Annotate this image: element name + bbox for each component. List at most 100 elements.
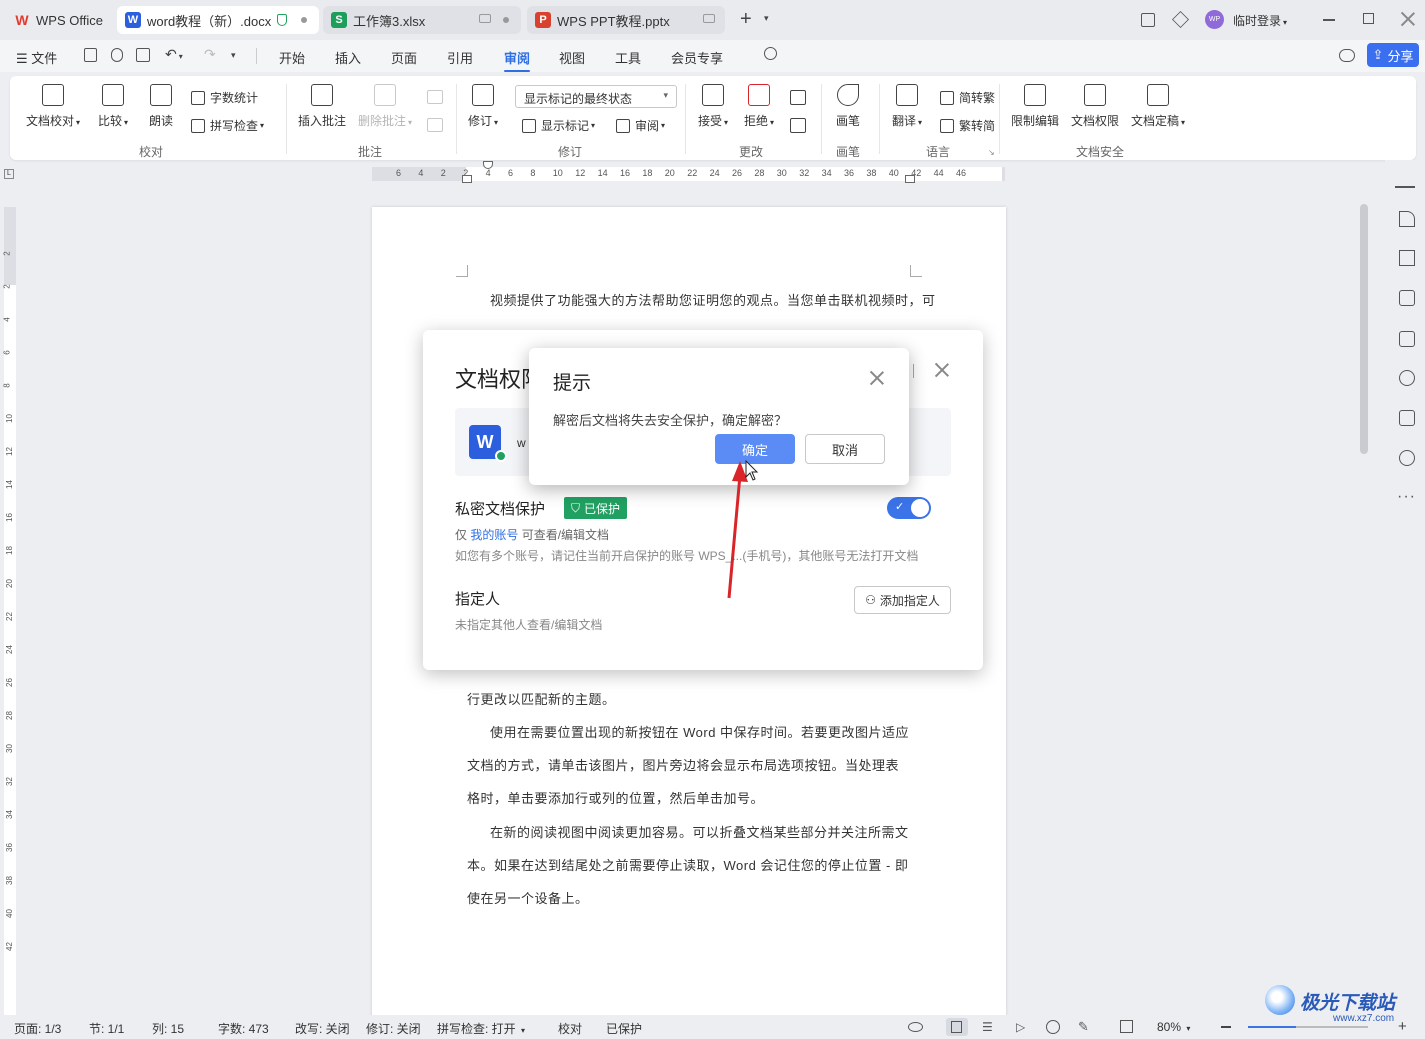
menu-view[interactable]: 视图 (559, 48, 585, 67)
new-tab-plus-icon[interactable]: + (740, 9, 752, 29)
tab-wps-office[interactable]: W WPS Office (6, 6, 110, 34)
cube-icon[interactable] (1172, 11, 1189, 28)
web-view-icon[interactable] (1046, 1020, 1060, 1034)
tab-ppt[interactable]: P WPS PPT教程.pptx (527, 6, 725, 34)
read-aloud-button[interactable]: 朗读 (149, 84, 173, 129)
menu-insert[interactable]: 插入 (335, 48, 361, 67)
search-icon[interactable] (764, 47, 777, 60)
share-button[interactable]: ⇪ 分享 (1367, 43, 1419, 67)
vertical-ruler[interactable]: 2 2 4 6 8 10 12 14 16 18 20 22 24 26 28 30 32 34 36 38 40 42 (3, 207, 16, 1015)
to-traditional-button[interactable]: 简转繁 (940, 89, 995, 106)
track-changes-button[interactable]: 修订 ▾ (468, 84, 498, 129)
close-prompt-icon[interactable] (870, 371, 884, 385)
close-window-icon[interactable] (1401, 12, 1415, 26)
vertical-scrollbar[interactable] (1358, 170, 1370, 1020)
menu-review[interactable]: 审阅 (504, 48, 531, 72)
compare-button[interactable]: 比较 ▾ (98, 84, 128, 129)
menu-home[interactable]: 开始 (279, 48, 305, 67)
doc-permission-button[interactable]: 文档权限 (1071, 84, 1119, 129)
menu-references[interactable]: 引用 (447, 48, 473, 67)
redo-icon[interactable]: ↷ (204, 46, 216, 63)
page-view-button[interactable] (946, 1018, 968, 1036)
eye-protect-icon[interactable] (908, 1022, 923, 1032)
play-icon[interactable]: ▷ (1016, 1020, 1025, 1034)
next-change-icon[interactable] (790, 118, 806, 133)
doc-paragraph[interactable]: 视频提供了功能强大的方法帮助您证明您的观点。当您单击联机视频时，可 (467, 284, 935, 317)
private-protect-toggle[interactable]: ✓ (887, 497, 931, 519)
zoom-level[interactable]: 80% ▾ (1157, 1020, 1190, 1034)
scrollbar-thumb[interactable] (1360, 204, 1368, 454)
finalize-button[interactable]: 文档定稿 ▾ (1131, 84, 1185, 129)
tab-stop-icon[interactable]: L (4, 169, 14, 179)
accept-button[interactable]: 接受 ▾ (698, 84, 728, 129)
delete-comment-button[interactable]: 删除批注 ▾ (358, 84, 412, 129)
spell-check-button[interactable]: 拼写检查 ▾ (191, 117, 264, 134)
tab-sheet[interactable]: S 工作簿3.xlsx (323, 6, 521, 34)
undo-icon[interactable]: ↶ ▾ (165, 46, 183, 63)
layout-icon[interactable] (1141, 13, 1155, 27)
menu-page[interactable]: 页面 (391, 48, 417, 67)
maximize-icon[interactable] (1363, 13, 1374, 24)
minimize-icon[interactable] (1323, 19, 1335, 21)
menu-tools[interactable]: 工具 (615, 48, 641, 67)
menu-member[interactable]: 会员专享 (671, 48, 723, 67)
word-count-button[interactable]: 字数统计 (191, 89, 258, 106)
collapse-sidebar-icon[interactable] (1395, 186, 1415, 188)
cloud-chat-icon[interactable] (1339, 49, 1355, 62)
prev-change-icon[interactable] (790, 90, 806, 105)
markup-display-select[interactable]: 显示标记的最终状态 ▾ (515, 85, 677, 108)
translate-button[interactable]: 翻译 ▾ (892, 84, 922, 129)
zoom-slider[interactable] (1248, 1026, 1368, 1028)
pen-button[interactable]: 画笔 (836, 84, 860, 129)
login-button[interactable]: 临时登录 ▾ (1233, 12, 1287, 29)
adjust-sliders-icon[interactable] (1399, 290, 1415, 306)
quick-access-more-icon[interactable]: ▾ (231, 50, 236, 61)
link-icon[interactable] (111, 48, 123, 62)
book-search-icon[interactable] (1399, 410, 1415, 426)
doc-paragraph[interactable]: 在新的阅读视图中阅读更加容易。可以折叠文档某些部分并关注所需文本。如果在达到结尾… (467, 816, 912, 915)
fit-window-icon[interactable] (1120, 1020, 1133, 1033)
tools-icon[interactable] (1399, 370, 1415, 386)
add-assignee-button[interactable]: ⚇ 添加指定人 (854, 586, 951, 614)
restrict-editing-button[interactable]: 限制编辑 (1011, 84, 1059, 129)
status-word-count[interactable]: 字数: 473 (218, 1020, 269, 1037)
status-spell-check[interactable]: 拼写检查: 打开 ▾ (437, 1020, 525, 1037)
avatar[interactable]: WP (1205, 10, 1224, 29)
help-icon[interactable] (1399, 450, 1415, 466)
doc-paragraph[interactable]: 使用在需要位置出现的新按钮在 Word 中保存时间。若要更改图片适应文档的方式，… (467, 716, 912, 815)
save-icon[interactable] (84, 48, 97, 62)
show-markup-button[interactable]: 显示标记 ▾ (522, 117, 595, 134)
zoom-in-icon[interactable]: + (1398, 1018, 1407, 1035)
file-menu[interactable]: ☰ 文件 (16, 48, 57, 67)
status-page[interactable]: 页面: 1/3 (14, 1020, 61, 1037)
reject-button[interactable]: 拒绝 ▾ (744, 84, 774, 129)
prev-comment-icon[interactable] (427, 90, 443, 104)
doc-paragraph[interactable]: 行更改以匹配新的主题。 (467, 683, 912, 716)
zoom-out-icon[interactable] (1221, 1026, 1231, 1028)
print-preview-icon[interactable] (136, 48, 150, 62)
my-account-link[interactable]: 我的账号 (470, 528, 518, 542)
insert-comment-button[interactable]: 插入批注 (298, 84, 346, 129)
select-cursor-icon[interactable] (1399, 250, 1415, 266)
to-simplified-button[interactable]: 繁转简 (940, 117, 995, 134)
right-indent-marker[interactable] (905, 175, 915, 183)
status-overtype[interactable]: 改写: 关闭 (295, 1020, 350, 1037)
edit-pen-icon[interactable] (1399, 211, 1415, 227)
status-proof[interactable]: 校对 (558, 1020, 582, 1037)
horizontal-ruler[interactable]: 6 4 2 2 4 6 8 10 12 14 16 18 20 22 24 26 28 30 32 34 36 38 40 4… (372, 161, 1005, 183)
next-comment-icon[interactable] (427, 118, 443, 132)
status-protected[interactable]: 已保护 (606, 1020, 642, 1037)
ai-write-icon[interactable] (1399, 331, 1415, 347)
dialog-launcher-icon[interactable]: ↘ (988, 148, 995, 157)
close-dialog-icon[interactable] (935, 363, 949, 377)
more-icon[interactable]: ··· (1397, 488, 1416, 506)
review-pane-button[interactable]: 审阅 ▾ (616, 117, 665, 134)
chevron-down-icon[interactable]: ▾ (764, 13, 769, 24)
doc-check-button[interactable]: 文档校对 ▾ (26, 84, 80, 129)
pen-mode-icon[interactable]: ✎ (1078, 1019, 1089, 1035)
tab-word-doc[interactable]: W word教程（新）.docx (117, 6, 319, 34)
status-revision[interactable]: 修订: 关闭 (366, 1020, 421, 1037)
left-indent-marker[interactable] (462, 175, 472, 183)
outline-view-icon[interactable]: ☰ (982, 1020, 993, 1034)
cancel-button[interactable]: 取消 (805, 434, 885, 464)
